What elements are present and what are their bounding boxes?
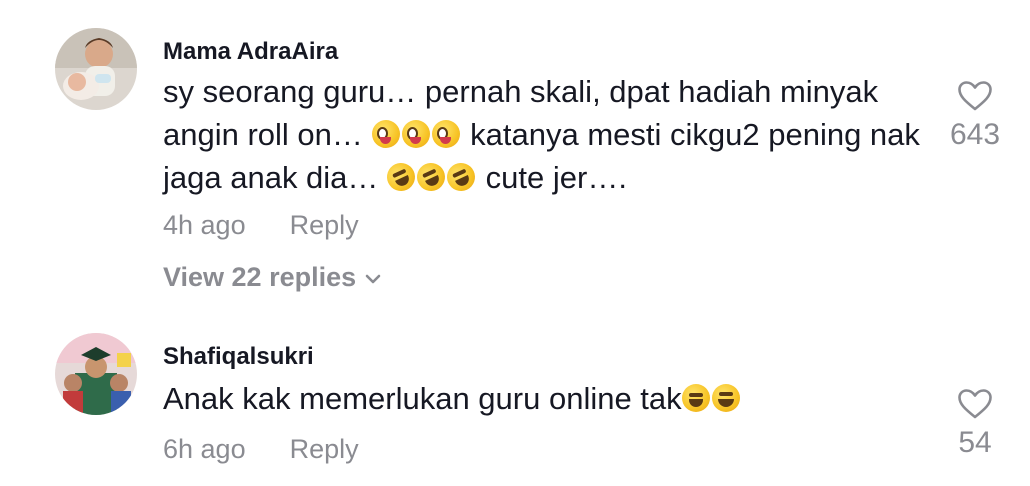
comment-meta: 6h ago Reply	[163, 434, 359, 465]
avatar-image	[55, 28, 137, 110]
rofl-icon	[412, 158, 450, 196]
zany-face-emoji-group	[371, 117, 462, 152]
joy-icon	[681, 384, 710, 412]
comment-username[interactable]: Shafiqalsukri	[163, 343, 314, 371]
laugh-emoji-group	[681, 381, 742, 416]
like-button[interactable]: 54	[935, 388, 1015, 460]
avatar[interactable]	[55, 333, 137, 415]
like-button[interactable]: 643	[935, 80, 1015, 152]
comment-text-part: cute jer….	[477, 160, 627, 195]
reply-button[interactable]: Reply	[290, 434, 359, 464]
zany-face-icon	[371, 120, 400, 148]
view-replies-label: View 22 replies	[163, 262, 357, 292]
view-replies-button[interactable]: View 22 replies	[163, 262, 384, 293]
rofl-icon	[382, 158, 420, 196]
rofl-icon	[442, 158, 480, 196]
heart-icon	[958, 81, 992, 111]
like-count: 54	[958, 426, 992, 459]
comment-text: Anak kak memerlukan guru online tak	[163, 377, 943, 420]
rofl-emoji-group	[382, 158, 480, 196]
comment-text: sy seorang guru… pernah skali, dpat hadi…	[163, 70, 943, 199]
comment-timestamp: 6h ago	[163, 434, 246, 464]
chevron-down-icon	[365, 274, 381, 284]
grin-icon	[711, 384, 740, 412]
comment-text-part: Anak kak memerlukan guru online tak	[163, 381, 682, 416]
zany-face-icon	[401, 120, 430, 148]
avatar[interactable]	[55, 28, 137, 110]
avatar-image	[55, 333, 137, 415]
reply-button[interactable]: Reply	[290, 210, 359, 240]
comment-timestamp: 4h ago	[163, 210, 246, 240]
comment-username[interactable]: Mama AdraAira	[163, 38, 338, 66]
comment-meta: 4h ago Reply	[163, 210, 359, 241]
like-count: 643	[949, 118, 1001, 151]
heart-icon	[958, 389, 992, 419]
zany-face-icon	[431, 120, 460, 148]
